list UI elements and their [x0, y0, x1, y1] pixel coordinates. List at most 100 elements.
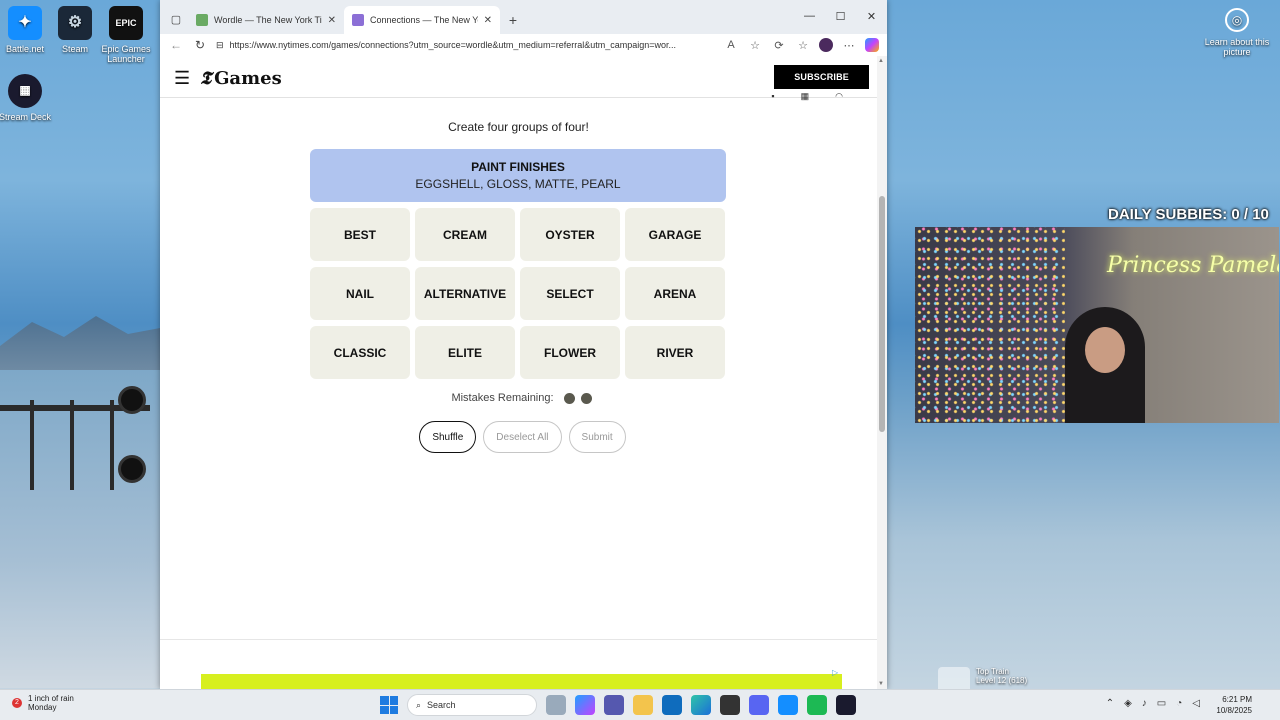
- game-controls: Shuffle Deselect All Submit: [160, 421, 877, 453]
- desktop-pier-post: [70, 400, 74, 490]
- window-controls: — ☐ ✕: [794, 0, 887, 32]
- desktop-pier-post: [30, 400, 34, 490]
- volume-icon[interactable]: ◁: [1192, 698, 1200, 709]
- learn-about-picture[interactable]: ◎ Learn about this picture: [1202, 8, 1272, 57]
- nyt-header: ☰ 𝕿 Games SUBSCRIBE ▪ ▦ ◠: [160, 60, 887, 101]
- word-tile[interactable]: RIVER: [625, 326, 725, 379]
- daily-subbies-counter: DAILY SUBBIES: 0 / 10: [1108, 206, 1269, 223]
- close-tab-icon[interactable]: ✕: [484, 15, 492, 26]
- back-icon[interactable]: ←: [168, 38, 184, 52]
- word-tile[interactable]: OYSTER: [520, 208, 620, 261]
- fairy-lights: [915, 227, 1065, 423]
- tab-bar: ▢ Wordle — The New York Times ✕ Connecti…: [160, 0, 887, 34]
- word-tile[interactable]: CREAM: [415, 208, 515, 261]
- close-tab-icon[interactable]: ✕: [328, 15, 336, 26]
- word-tile[interactable]: ALTERNATIVE: [415, 267, 515, 320]
- page-scrollbar[interactable]: ▲ ▼: [877, 56, 887, 689]
- advertisement-banner[interactable]: [201, 674, 842, 689]
- favorites-icon[interactable]: ☆: [795, 39, 811, 52]
- tab-actions-icon[interactable]: ▢: [164, 4, 188, 34]
- file-explorer-icon[interactable]: [633, 695, 653, 715]
- ad-choices-icon[interactable]: ▷: [832, 668, 838, 677]
- tab-wordle[interactable]: Wordle — The New York Times ✕: [188, 6, 344, 34]
- steam-icon: ⚙: [58, 6, 92, 40]
- taskbar-clock[interactable]: 6:21 PM 10/8/2025: [1216, 694, 1252, 716]
- more-options-icon[interactable]: ⋯: [841, 39, 857, 52]
- microphone-icon[interactable]: ♪: [1142, 698, 1147, 709]
- submit-button[interactable]: Submit: [568, 421, 626, 453]
- shuffle-button[interactable]: Shuffle: [419, 421, 477, 453]
- taskbar-apps: ⌕ Search: [380, 694, 856, 716]
- mistakes-label: Mistakes Remaining:: [451, 392, 554, 404]
- word-tile[interactable]: ARENA: [625, 267, 725, 320]
- new-tab-button[interactable]: +: [500, 6, 526, 34]
- deselect-all-button[interactable]: Deselect All: [483, 421, 562, 453]
- task-view-icon[interactable]: [546, 695, 566, 715]
- desktop-buoy: [118, 455, 146, 483]
- refresh-icon[interactable]: ↻: [192, 38, 208, 52]
- battlenet-icon: ✦: [8, 6, 42, 40]
- word-tile[interactable]: FLOWER: [520, 326, 620, 379]
- discord-icon[interactable]: [749, 695, 769, 715]
- windows-start-icon[interactable]: [380, 696, 398, 714]
- edge-icon[interactable]: [691, 695, 711, 715]
- nyt-games-logo[interactable]: 𝕿 Games: [200, 68, 282, 89]
- stream-deck-taskbar-icon[interactable]: [836, 695, 856, 715]
- desktop-icon-stream-deck[interactable]: ▦ Stream Deck: [0, 74, 55, 122]
- scroll-up-icon[interactable]: ▲: [878, 58, 884, 64]
- desktop-icon-epic-games[interactable]: EPIC Epic Games Launcher: [96, 6, 156, 65]
- browser-window: ▢ Wordle — The New York Times ✕ Connecti…: [160, 0, 887, 689]
- display-icon[interactable]: ▭: [1157, 698, 1166, 709]
- wordle-favicon-icon: [196, 14, 208, 26]
- extensions-icon[interactable]: ⟳: [771, 39, 787, 52]
- favorite-star-icon[interactable]: ☆: [747, 39, 763, 52]
- connections-favicon-icon: [352, 14, 364, 26]
- wifi-icon[interactable]: ◔: [1176, 698, 1182, 709]
- url-field[interactable]: ⊟ https://www.nytimes.com/games/connecti…: [216, 40, 715, 51]
- solved-group-category: PAINT FINISHES: [471, 160, 565, 174]
- teams-icon[interactable]: [604, 695, 624, 715]
- word-grid: BEST CREAM OYSTER GARAGE NAIL ALTERNATIV…: [310, 208, 726, 379]
- word-tile[interactable]: GARAGE: [625, 208, 725, 261]
- maximize-icon[interactable]: ☐: [825, 0, 856, 32]
- scrollbar-thumb[interactable]: [879, 196, 885, 432]
- ad-divider: [160, 639, 877, 640]
- word-tile[interactable]: NAIL: [310, 267, 410, 320]
- chevron-up-icon[interactable]: ⌃: [1106, 698, 1114, 709]
- word-tile[interactable]: ELITE: [415, 326, 515, 379]
- profile-avatar[interactable]: [819, 38, 833, 52]
- scroll-down-icon[interactable]: ▼: [878, 681, 884, 687]
- copilot-icon[interactable]: [865, 38, 879, 52]
- stream-deck-icon: ▦: [8, 74, 42, 108]
- taskbar-search[interactable]: ⌕ Search: [407, 694, 537, 716]
- desktop-pier-post: [110, 400, 114, 490]
- read-aloud-icon[interactable]: A: [723, 39, 739, 51]
- camera-icon: ◎: [1225, 8, 1249, 32]
- game-board: Create four groups of four! PAINT FINISH…: [160, 100, 877, 689]
- weather-widget[interactable]: 2 1 inch of rain Monday: [12, 694, 74, 712]
- store-icon[interactable]: [662, 695, 682, 715]
- word-tile[interactable]: SELECT: [520, 267, 620, 320]
- mistake-dot: [580, 392, 592, 404]
- word-tile[interactable]: CLASSIC: [310, 326, 410, 379]
- tab-connections[interactable]: Connections — The New York Tim ✕: [344, 6, 500, 34]
- obs-icon[interactable]: [720, 695, 740, 715]
- battlenet-taskbar-icon[interactable]: [778, 695, 798, 715]
- mistake-dot: [563, 392, 575, 404]
- webcam-feed: Princess Pamela: [915, 227, 1279, 423]
- site-info-icon[interactable]: ⊟: [216, 40, 224, 51]
- spotify-icon[interactable]: [807, 695, 827, 715]
- desktop-lake: [0, 370, 160, 688]
- close-window-icon[interactable]: ✕: [856, 0, 887, 32]
- hamburger-menu-icon[interactable]: ☰: [174, 68, 200, 89]
- game-instructions: Create four groups of four!: [448, 120, 589, 134]
- word-tile[interactable]: BEST: [310, 208, 410, 261]
- neon-sign: Princess Pamela: [1107, 253, 1279, 278]
- solved-group-words: EGGSHELL, GLOSS, MATTE, PEARL: [415, 177, 621, 191]
- system-tray: ⌃ ◈ ♪ ▭ ◔ ◁: [1106, 698, 1200, 709]
- desktop-buoy: [118, 386, 146, 414]
- copilot-app-icon[interactable]: [575, 695, 595, 715]
- network-icon[interactable]: ◈: [1124, 698, 1132, 709]
- subscribe-button[interactable]: SUBSCRIBE: [774, 65, 869, 89]
- minimize-icon[interactable]: —: [794, 0, 825, 32]
